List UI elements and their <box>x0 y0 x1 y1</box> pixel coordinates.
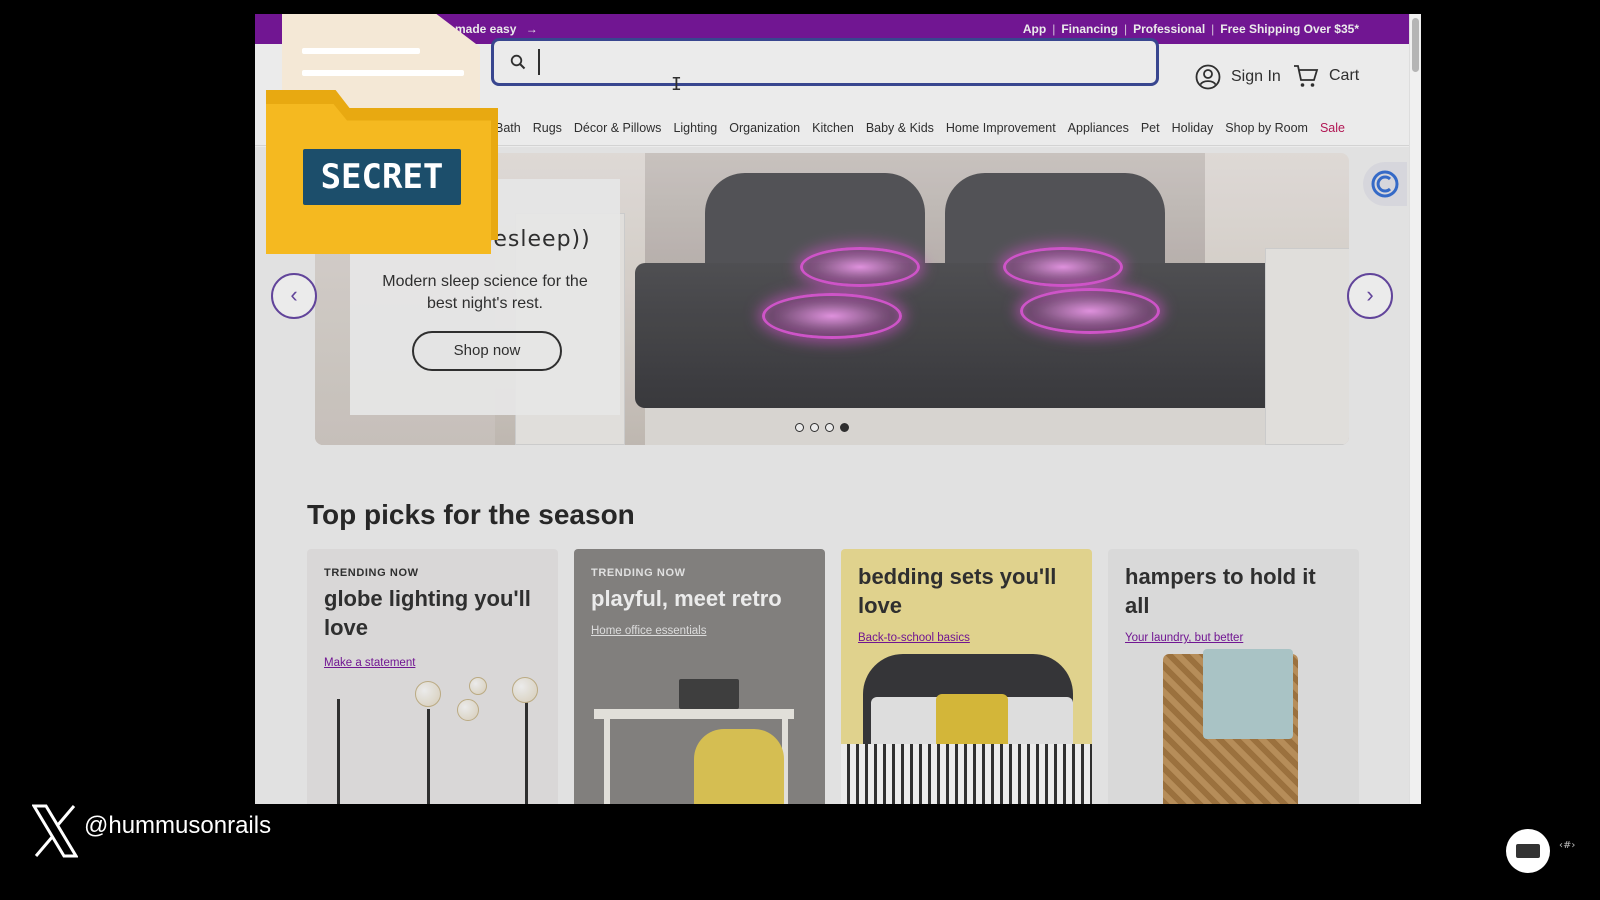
globe-lamp-image <box>469 677 487 695</box>
carousel-dot[interactable] <box>795 423 804 432</box>
mattress-image <box>635 263 1275 408</box>
floor-lamp-image <box>337 699 340 804</box>
slide-number: ‹#› <box>1559 840 1576 851</box>
scrollbar[interactable] <box>1409 14 1421 804</box>
nav-item-sale[interactable]: Sale <box>1320 121 1345 135</box>
card-link[interactable]: Your laundry, but better <box>1125 632 1243 644</box>
sign-in-link[interactable]: Sign In <box>1195 64 1281 90</box>
globe-lamp-image <box>415 681 441 707</box>
sound-wave-graphic <box>762 293 902 339</box>
carousel-next-button[interactable]: › <box>1347 273 1393 319</box>
mattress-base-image <box>645 408 1265 445</box>
category-list: Bath Rugs Décor & Pillows Lighting Organ… <box>495 121 1345 135</box>
product-card[interactable]: TRENDING NOW globe lighting you'll love … <box>307 549 558 804</box>
laptop-image <box>679 679 739 709</box>
floor-lamp-image <box>525 689 528 804</box>
product-card[interactable]: bedding sets you'll love Back-to-school … <box>841 549 1092 804</box>
nav-item-organization[interactable]: Organization <box>729 121 800 135</box>
carousel-dot-active[interactable] <box>840 423 849 432</box>
carousel-prev-button[interactable]: ‹ <box>271 273 317 319</box>
product-card[interactable]: hampers to hold it all Your laundry, but… <box>1108 549 1359 804</box>
desk-image <box>594 709 794 719</box>
separator: | <box>1052 22 1056 36</box>
shop-now-button[interactable]: Shop now <box>412 331 562 371</box>
chevron-left-icon: ‹ <box>290 282 298 307</box>
nav-item-pet[interactable]: Pet <box>1141 121 1160 135</box>
search-input[interactable] <box>538 49 1138 75</box>
secret-folder-graphic: SECRET <box>266 14 498 254</box>
topbar-link-professional[interactable]: Professional <box>1133 22 1205 36</box>
document-line <box>302 70 464 76</box>
search-icon <box>510 54 526 70</box>
nav-item-home-improvement[interactable]: Home Improvement <box>946 121 1056 135</box>
presentation-slide: made easy → App | Financing | Profession… <box>0 0 1600 900</box>
floor-lamp-image <box>427 709 430 804</box>
separator: | <box>1124 22 1128 36</box>
globe-lamp-image <box>457 699 479 721</box>
nav-item-appliances[interactable]: Appliances <box>1068 121 1129 135</box>
nav-item-bath[interactable]: Bath <box>495 121 521 135</box>
sound-wave-graphic <box>1003 247 1123 287</box>
carousel-dot[interactable] <box>810 423 819 432</box>
cart-link[interactable]: Cart <box>1293 64 1359 88</box>
nav-item-decor-pillows[interactable]: Décor & Pillows <box>574 121 662 135</box>
topbar-link-app[interactable]: App <box>1023 22 1046 36</box>
search-bar[interactable] <box>491 38 1159 86</box>
arrow-right-icon: → <box>525 22 538 36</box>
scrollbar-thumb[interactable] <box>1412 18 1419 72</box>
chevron-right-icon: › <box>1366 282 1374 307</box>
product-card[interactable]: TRENDING NOW playful, meet retro Home of… <box>574 549 825 804</box>
hero-tagline: Modern sleep science for the best night'… <box>382 273 588 313</box>
bedding-image <box>841 744 1092 804</box>
card-title: bedding sets you'll love <box>858 564 1057 618</box>
nav-item-shop-by-room[interactable]: Shop by Room <box>1225 121 1308 135</box>
card-link[interactable]: Make a statement <box>324 657 415 669</box>
company-logo <box>1506 829 1550 873</box>
user-icon <box>1195 64 1221 90</box>
separator: | <box>1211 22 1215 36</box>
globe-lamp-image <box>512 677 538 703</box>
towel-image <box>1203 649 1293 739</box>
sound-wave-graphic <box>800 247 920 287</box>
topbar-links: App | Financing | Professional | Free Sh… <box>1023 22 1359 36</box>
carousel-dot[interactable] <box>825 423 834 432</box>
logo-mark <box>1516 844 1540 858</box>
card-link[interactable]: Back-to-school basics <box>858 632 970 644</box>
text-cursor-icon: I <box>671 74 682 95</box>
chair-image <box>694 729 784 804</box>
document-line <box>302 48 420 54</box>
nav-item-holiday[interactable]: Holiday <box>1172 121 1214 135</box>
carousel-indicators <box>795 423 849 432</box>
card-link[interactable]: Home office essentials <box>591 625 706 637</box>
cart-label: Cart <box>1329 67 1360 84</box>
card-title: playful, meet retro <box>591 586 782 611</box>
social-handle: @hummusonrails <box>84 812 272 839</box>
nav-item-baby-kids[interactable]: Baby & Kids <box>866 121 934 135</box>
sound-wave-graphic <box>1020 288 1160 334</box>
desk-leg-image <box>604 719 610 804</box>
topbar-link-free-shipping[interactable]: Free Shipping Over $35* <box>1220 22 1359 36</box>
secret-label: SECRET <box>303 149 461 205</box>
topbar-link-financing[interactable]: Financing <box>1061 22 1118 36</box>
assistant-badge[interactable] <box>1363 162 1407 206</box>
sign-in-label: Sign In <box>1231 68 1281 85</box>
nav-item-rugs[interactable]: Rugs <box>533 121 562 135</box>
x-logo-icon <box>32 804 78 858</box>
assistant-icon <box>1371 170 1399 198</box>
cart-icon <box>1294 65 1319 87</box>
card-title: globe lighting you'll love <box>324 586 531 640</box>
card-kicker: TRENDING NOW <box>324 567 419 579</box>
card-title: hampers to hold it all <box>1125 564 1316 618</box>
section-title: Top picks for the season <box>307 499 635 530</box>
nightstand-image <box>1265 248 1349 445</box>
nav-item-lighting[interactable]: Lighting <box>673 121 717 135</box>
card-kicker: TRENDING NOW <box>591 567 686 579</box>
nav-item-kitchen[interactable]: Kitchen <box>812 121 854 135</box>
